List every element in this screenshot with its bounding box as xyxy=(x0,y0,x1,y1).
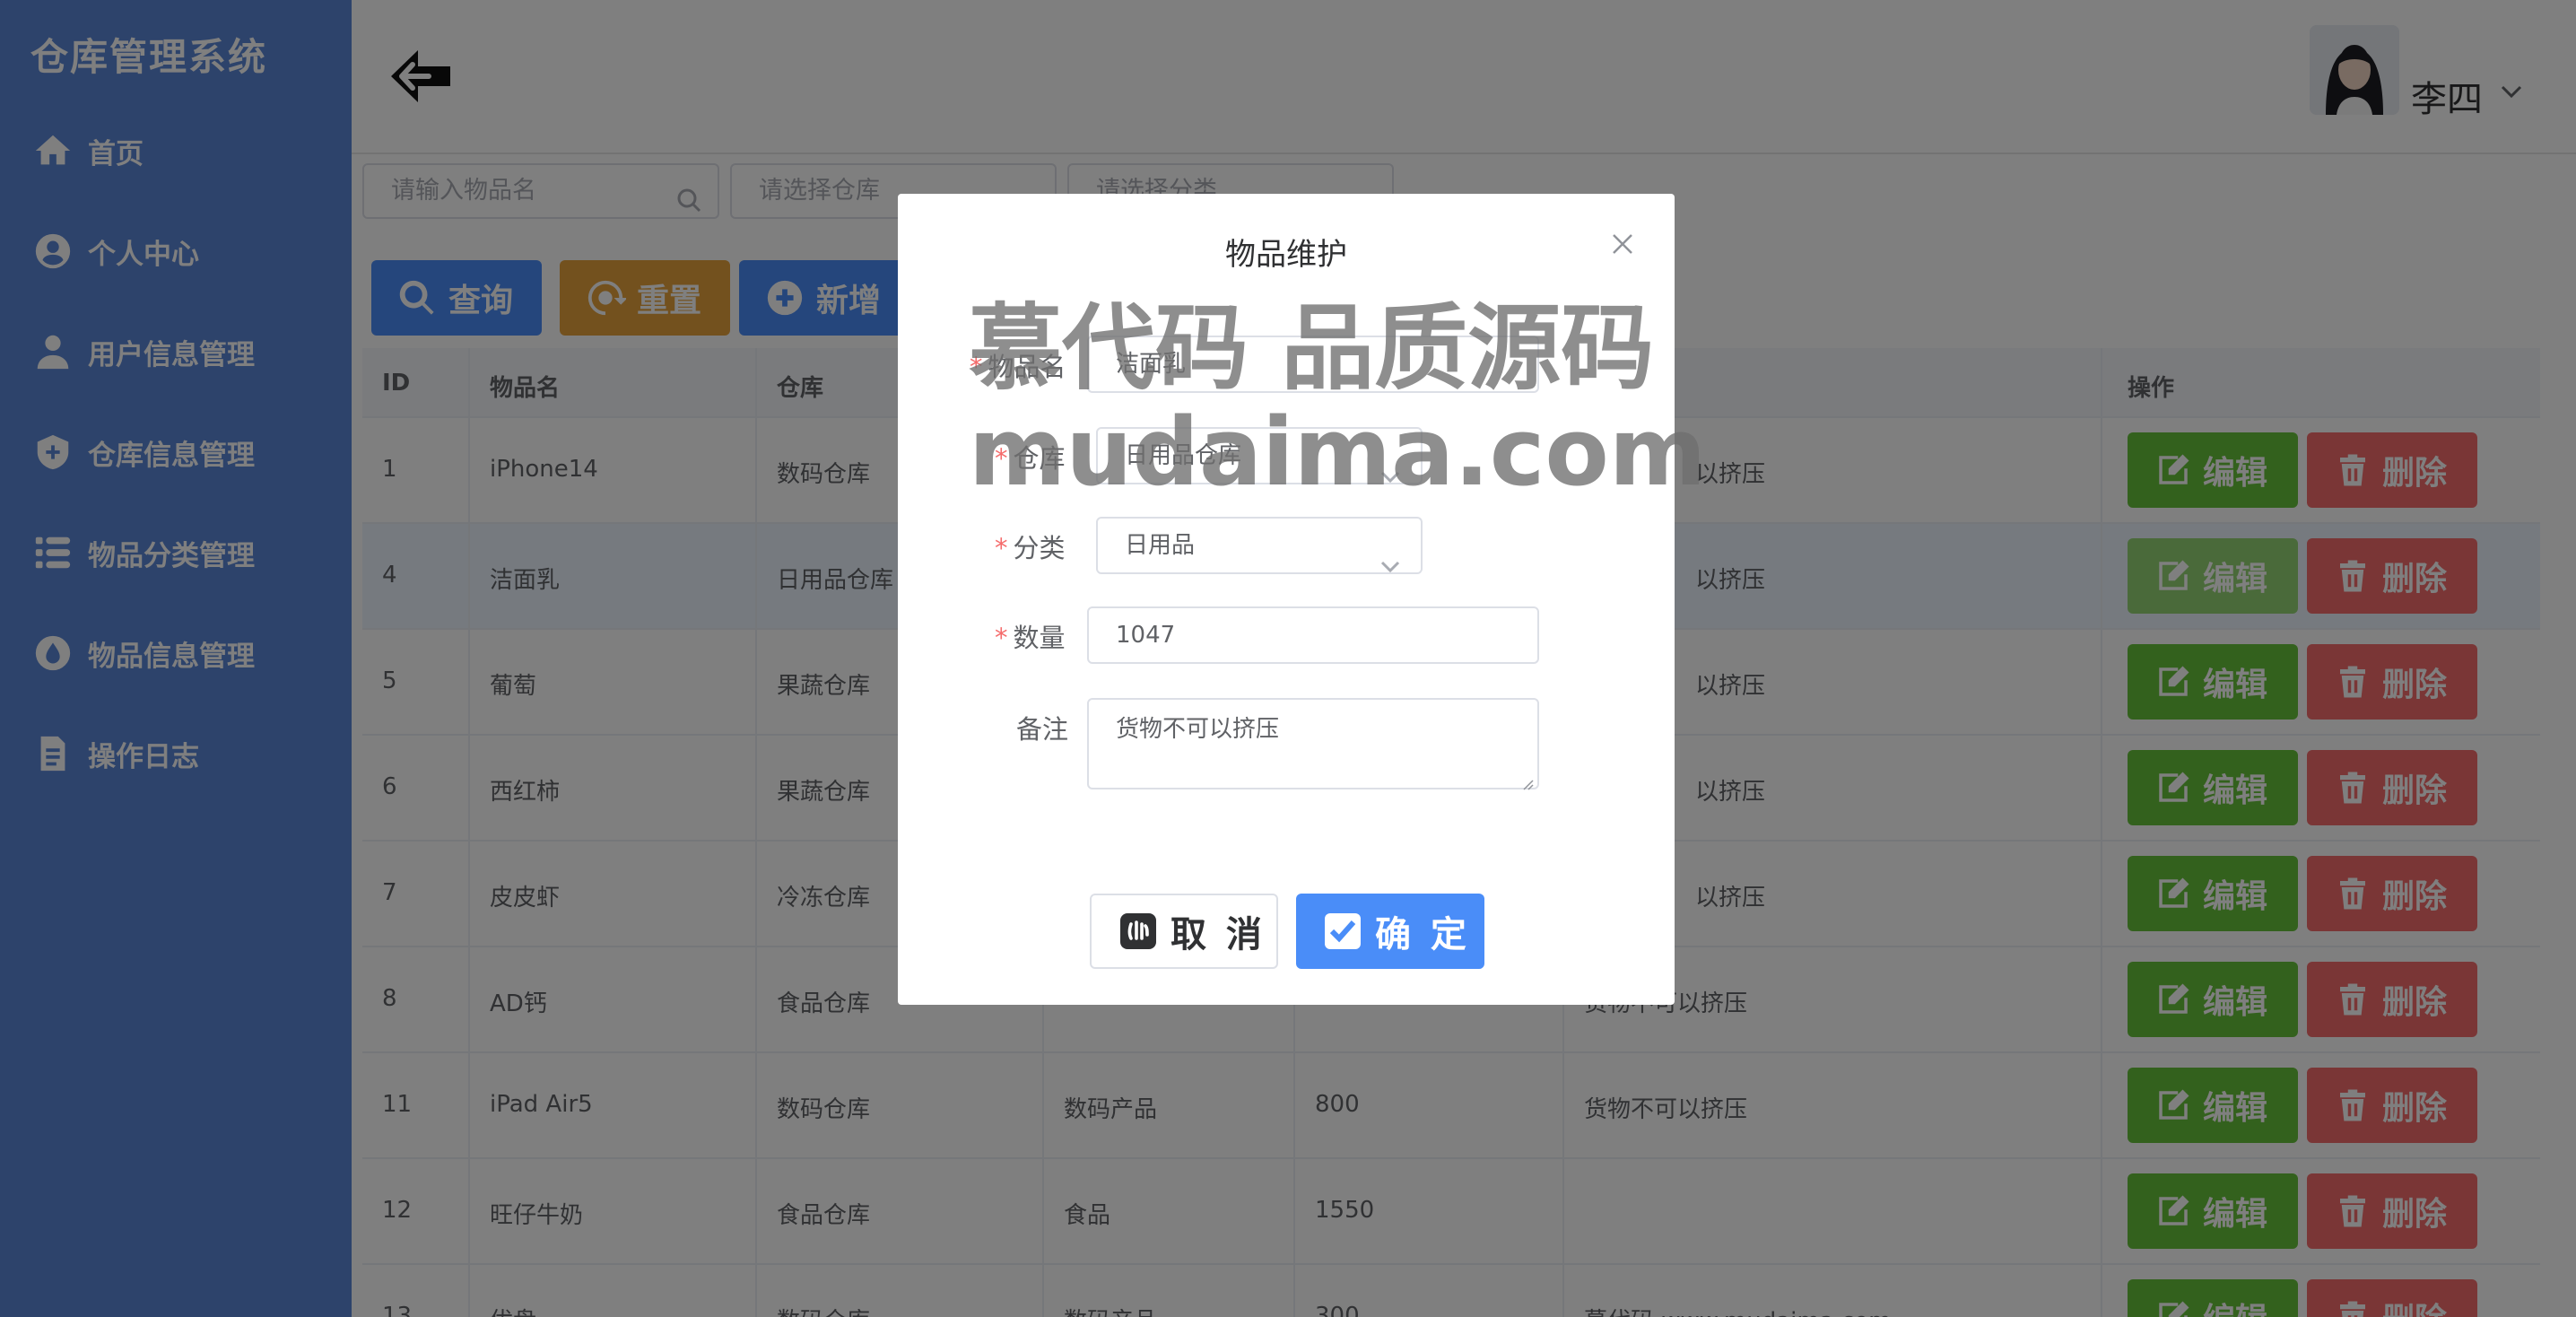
count-field[interactable]: 1047 xyxy=(1087,606,1539,664)
cancel-button[interactable]: 取 消 xyxy=(1090,894,1278,969)
chevron-down-icon xyxy=(1379,540,1401,573)
count-label: * 数量 xyxy=(995,623,1066,653)
dialog-title: 物品维护 xyxy=(1225,237,1347,273)
close-icon[interactable] xyxy=(1610,231,1635,257)
warehouse-label: * 仓库 xyxy=(995,443,1066,474)
note-textarea[interactable]: 货物不可以挤压 xyxy=(1087,698,1539,790)
confirm-button[interactable]: 确 定 xyxy=(1296,894,1484,969)
name-field[interactable]: 洁面乳 xyxy=(1087,336,1539,393)
chevron-down-icon xyxy=(1379,450,1401,484)
resize-handle-icon[interactable] xyxy=(1519,770,1534,790)
note-label: 备注 xyxy=(1016,714,1069,745)
confirm-button-label: 确 定 xyxy=(1375,914,1470,955)
name-label: * 物品名 xyxy=(970,352,1066,382)
warehouse-field[interactable]: 日用品仓库 xyxy=(1096,427,1423,484)
hand-stop-icon xyxy=(1120,913,1156,949)
category-label: * 分类 xyxy=(995,533,1066,563)
category-field[interactable]: 日用品 xyxy=(1096,517,1423,574)
cancel-button-label: 取 消 xyxy=(1171,914,1266,955)
checkbox-icon xyxy=(1325,913,1361,949)
item-edit-dialog: 物品维护 * 物品名 洁面乳 * 仓库 日用品仓库 * 分类 日用品 * 数量 1047… xyxy=(898,194,1675,1005)
